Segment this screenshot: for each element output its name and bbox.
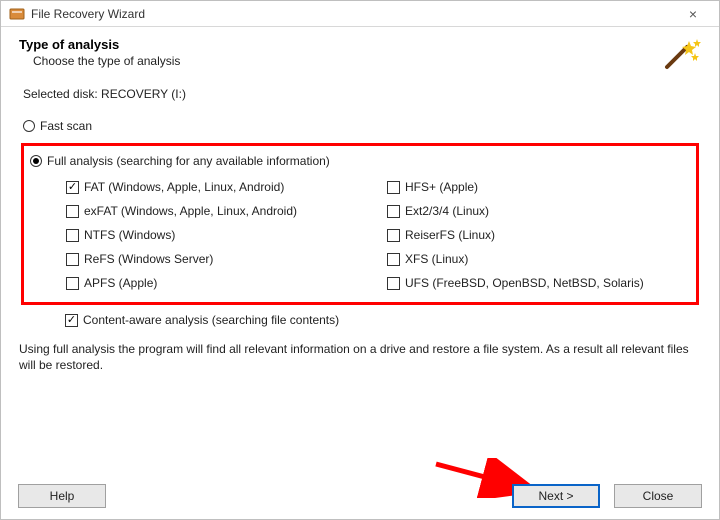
radio-label: Fast scan: [40, 119, 92, 133]
checkbox-label: Content-aware analysis (searching file c…: [83, 313, 339, 327]
checkbox-label: XFS (Linux): [405, 252, 468, 266]
header-heading: Type of analysis: [19, 37, 661, 52]
radio-full-analysis[interactable]: Full analysis (searching for any availab…: [30, 154, 690, 168]
checkbox-icon: [66, 253, 79, 266]
checkbox-content-aware[interactable]: Content-aware analysis (searching file c…: [65, 313, 701, 327]
help-button[interactable]: Help: [18, 484, 106, 508]
checkbox-ext[interactable]: Ext2/3/4 (Linux): [387, 204, 690, 218]
checkbox-apfs[interactable]: APFS (Apple): [66, 276, 369, 290]
checkbox-icon: [387, 253, 400, 266]
checkbox-label: HFS+ (Apple): [405, 180, 478, 194]
checkbox-icon: [387, 181, 400, 194]
button-row: Help Next > Close: [0, 484, 720, 508]
radio-icon: [23, 120, 35, 132]
checkbox-exfat[interactable]: exFAT (Windows, Apple, Linux, Android): [66, 204, 369, 218]
header-subtitle: Choose the type of analysis: [33, 54, 661, 68]
selected-disk-label: Selected disk: RECOVERY (I:): [23, 87, 701, 101]
next-button[interactable]: Next >: [512, 484, 600, 508]
checkbox-label: UFS (FreeBSD, OpenBSD, NetBSD, Solaris): [405, 276, 644, 290]
wizard-body: Selected disk: RECOVERY (I:) Fast scan F…: [1, 79, 719, 327]
app-icon: [9, 6, 25, 22]
close-icon[interactable]: ×: [673, 1, 713, 26]
close-button[interactable]: Close: [614, 484, 702, 508]
checkbox-label: ReiserFS (Linux): [405, 228, 495, 242]
checkbox-xfs[interactable]: XFS (Linux): [387, 252, 690, 266]
info-text: Using full analysis the program will fin…: [19, 341, 701, 373]
checkbox-label: exFAT (Windows, Apple, Linux, Android): [84, 204, 297, 218]
checkbox-label: NTFS (Windows): [84, 228, 175, 242]
checkbox-fat[interactable]: FAT (Windows, Apple, Linux, Android): [66, 180, 369, 194]
checkbox-hfsplus[interactable]: HFS+ (Apple): [387, 180, 690, 194]
checkbox-icon: [66, 205, 79, 218]
checkbox-icon: [387, 277, 400, 290]
checkbox-icon: [387, 229, 400, 242]
checkbox-ntfs[interactable]: NTFS (Windows): [66, 228, 369, 242]
wizard-header: Type of analysis Choose the type of anal…: [1, 27, 719, 79]
checkbox-icon: [66, 181, 79, 194]
checkbox-label: Ext2/3/4 (Linux): [405, 204, 489, 218]
checkbox-ufs[interactable]: UFS (FreeBSD, OpenBSD, NetBSD, Solaris): [387, 276, 690, 290]
wizard-wand-icon: [661, 37, 701, 71]
checkbox-reiserfs[interactable]: ReiserFS (Linux): [387, 228, 690, 242]
radio-label: Full analysis (searching for any availab…: [47, 154, 330, 168]
checkbox-icon: [66, 277, 79, 290]
checkbox-icon: [65, 314, 78, 327]
titlebar: File Recovery Wizard ×: [1, 1, 719, 27]
checkbox-icon: [387, 205, 400, 218]
window-title: File Recovery Wizard: [31, 7, 673, 21]
checkbox-icon: [66, 229, 79, 242]
checkbox-refs[interactable]: ReFS (Windows Server): [66, 252, 369, 266]
full-analysis-highlight: Full analysis (searching for any availab…: [21, 143, 699, 305]
radio-icon: [30, 155, 42, 167]
checkbox-label: FAT (Windows, Apple, Linux, Android): [84, 180, 284, 194]
checkbox-label: APFS (Apple): [84, 276, 157, 290]
radio-fast-scan[interactable]: Fast scan: [23, 119, 701, 133]
filesystem-grid: FAT (Windows, Apple, Linux, Android) HFS…: [66, 180, 690, 290]
checkbox-label: ReFS (Windows Server): [84, 252, 213, 266]
